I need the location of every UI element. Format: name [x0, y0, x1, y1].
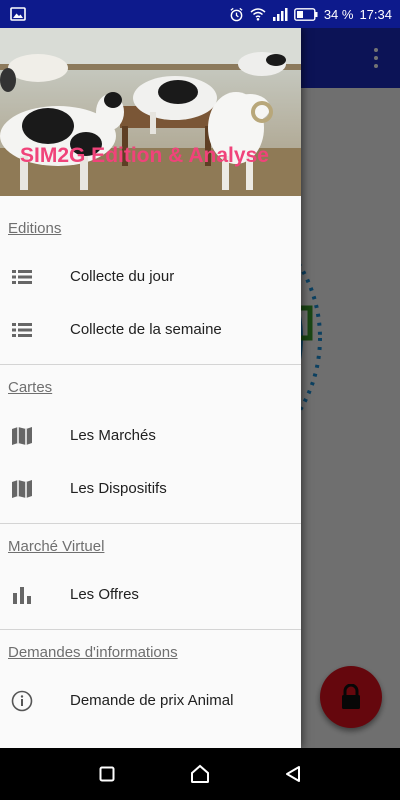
- info-icon: [10, 689, 34, 713]
- status-bar: 34 % 17:34: [0, 0, 400, 28]
- back-icon: [286, 766, 301, 782]
- section-header-cartes: Cartes: [8, 378, 53, 396]
- navigation-drawer: SIM2G Edition & Analyse Editions Collect…: [0, 28, 301, 748]
- recents-button[interactable]: [87, 754, 127, 794]
- menu-item-label: Les Offres: [70, 586, 139, 603]
- menu-item-les-dispositifs[interactable]: Les Dispositifs: [0, 462, 301, 515]
- clock: 17:34: [359, 6, 392, 22]
- menu-item-label: Collecte du jour: [70, 268, 175, 285]
- back-button[interactable]: [273, 754, 313, 794]
- menu-item-les-offres[interactable]: Les Offres: [0, 568, 301, 621]
- bar-chart-icon: [10, 583, 34, 607]
- menu-item-label: Demande de prix Animal: [70, 692, 234, 709]
- signal-icon: [272, 7, 288, 21]
- section-editions: Editions Collecte du jour Collecte de la…: [0, 206, 301, 365]
- menu-item-les-marches[interactable]: Les Marchés: [0, 409, 301, 462]
- home-icon: [190, 764, 209, 783]
- list-icon: [10, 318, 34, 342]
- drawer-title: SIM2G Edition & Analyse: [20, 144, 269, 167]
- section-cartes: Cartes Les Marchés Les Dispositifs: [0, 365, 301, 524]
- section-header-marche-virtuel: Marché Virtuel: [8, 537, 105, 555]
- menu-item-collecte-du-jour[interactable]: Collecte du jour: [0, 250, 301, 303]
- menu-item-label: Les Marchés: [70, 427, 156, 444]
- battery-icon: [293, 7, 318, 21]
- map-icon: [10, 424, 34, 448]
- section-marche-virtuel: Marché Virtuel Les Offres: [0, 524, 301, 630]
- section-demandes-informations: Demandes d'informations Demande de prix …: [0, 630, 301, 727]
- menu-item-demande-de-prix-animal[interactable]: Demande de prix Animal: [0, 674, 301, 727]
- system-nav-bar: [0, 748, 400, 800]
- drawer-header: SIM2G Edition & Analyse: [0, 28, 301, 196]
- alarm-icon: [229, 7, 244, 22]
- menu-item-label: Les Dispositifs: [70, 480, 167, 497]
- home-button[interactable]: [180, 754, 220, 794]
- wifi-icon: [250, 7, 266, 21]
- header-photo: [0, 28, 301, 196]
- list-icon: [10, 265, 34, 289]
- menu-item-label: Collecte de la semaine: [70, 321, 222, 338]
- gallery-notification-icon: [10, 6, 26, 22]
- battery-percent: 34 %: [323, 6, 354, 22]
- section-header-demandes-informations: Demandes d'informations: [8, 643, 178, 661]
- section-header-editions: Editions: [8, 219, 62, 237]
- map-icon: [10, 477, 34, 501]
- recents-icon: [99, 766, 115, 782]
- menu-item-collecte-de-la-semaine[interactable]: Collecte de la semaine: [0, 303, 301, 356]
